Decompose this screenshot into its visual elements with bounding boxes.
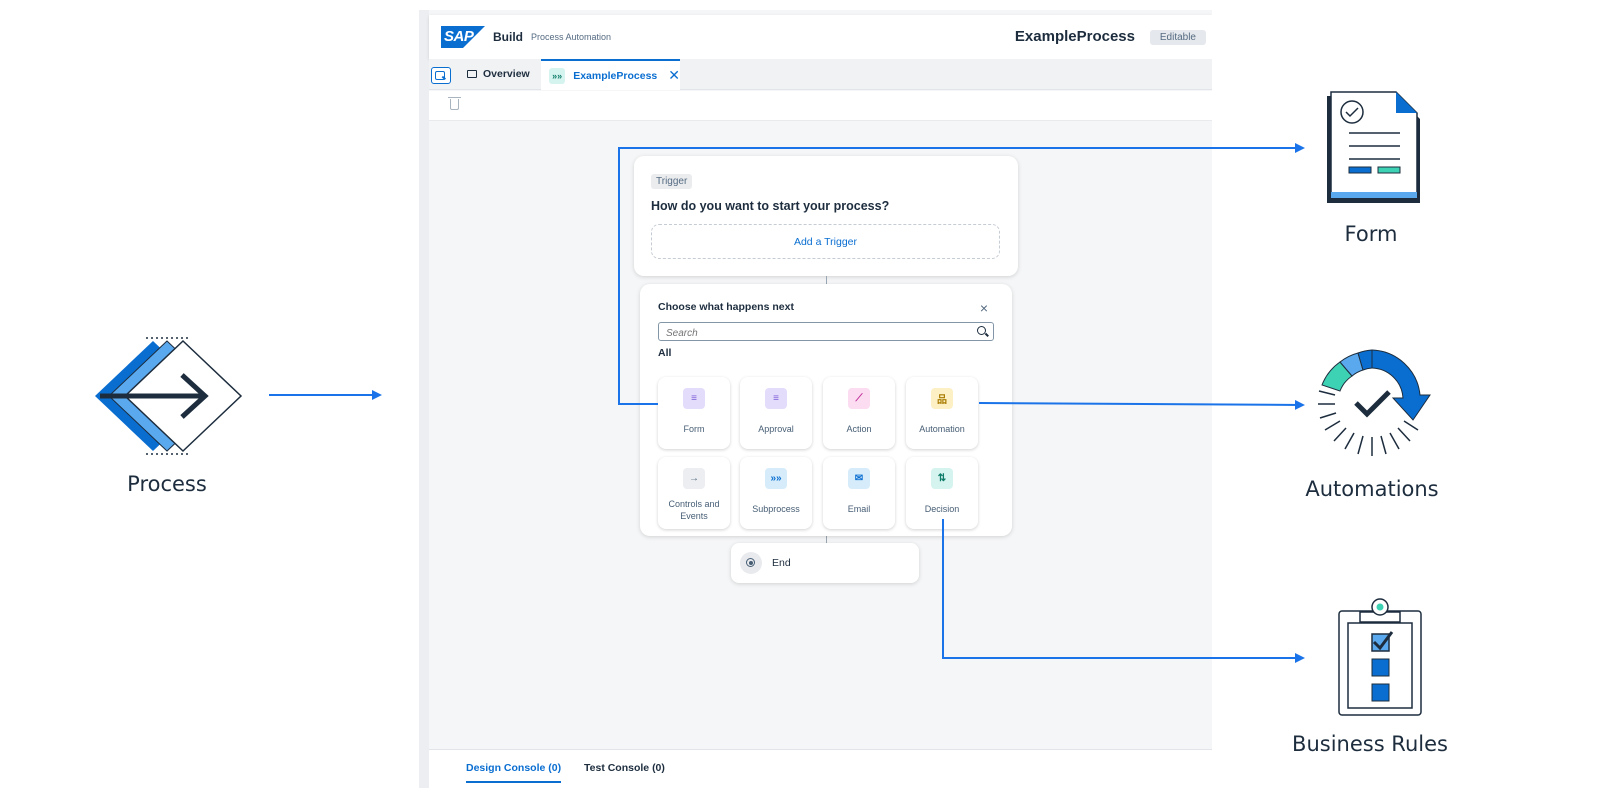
step-tile-label: Approval: [758, 424, 794, 434]
step-tile-label: Action: [846, 424, 872, 434]
diagram-stage: Process SAP Build Process Automation Exa…: [0, 0, 1600, 812]
close-icon[interactable]: ×: [980, 300, 988, 316]
folder-icon: [467, 70, 477, 78]
connector-line: [826, 276, 827, 284]
step-tile-label: Subprocess: [752, 504, 800, 514]
add-trigger-button[interactable]: Add a Trigger: [651, 224, 1000, 259]
console-panel: Design Console (0) Test Console (0): [429, 749, 1212, 788]
process-icon: [95, 337, 243, 455]
step-tile-controls-and-events[interactable]: → Controls and Events: [658, 457, 730, 529]
navigation-icon[interactable]: [431, 67, 451, 84]
end-event-icon: [740, 552, 762, 574]
tab-test-console[interactable]: Test Console (0): [584, 762, 665, 774]
sap-logo: SAP: [441, 26, 485, 48]
popover-title: Choose what happens next: [658, 301, 794, 313]
tab-design-console[interactable]: Design Console (0): [466, 762, 562, 783]
form-label: Form: [1344, 222, 1398, 246]
process-label: Process: [127, 472, 207, 496]
step-tile-label: Decision: [924, 504, 960, 514]
business-rules-label: Business Rules: [1292, 732, 1448, 756]
tab-overview-label: Overview: [483, 68, 530, 80]
end-node[interactable]: End: [731, 543, 919, 583]
search-input[interactable]: [666, 325, 966, 342]
delete-icon[interactable]: [448, 97, 461, 110]
form-icon: ≡: [683, 388, 705, 409]
brand-product: Process Automation: [531, 32, 612, 42]
step-tile-form[interactable]: ≡ Form: [658, 377, 730, 449]
step-tile-automation[interactable]: 品 Automation: [906, 377, 978, 449]
clipboard-checklist-icon: [1338, 598, 1422, 716]
action-icon: ⟋: [848, 388, 870, 409]
step-tile-label: Controls and Events: [668, 499, 720, 521]
decision-icon: ⇅: [931, 468, 953, 489]
step-tile-approval[interactable]: ≡ Approval: [740, 377, 812, 449]
search-icon[interactable]: [977, 326, 986, 335]
step-tile-decision[interactable]: ⇅ Decision: [906, 457, 978, 529]
trigger-badge: Trigger: [651, 174, 693, 189]
search-field[interactable]: [658, 322, 994, 342]
form-document-icon: [1327, 91, 1420, 203]
email-icon: ✉: [848, 468, 870, 489]
next-step-popover: Choose what happens next × All ≡ Form ≡ App…: [640, 284, 1012, 536]
step-tile-action[interactable]: ⟋ Action: [823, 377, 895, 449]
tab-example-process-label: ExampleProcess: [573, 69, 658, 82]
subprocess-icon: »»: [765, 468, 787, 489]
step-tile-subprocess[interactable]: »» Subprocess: [740, 457, 812, 529]
brand-name: Build: [493, 30, 523, 44]
automation-icon: 品: [931, 388, 953, 409]
step-tile-email[interactable]: ✉ Email: [823, 457, 895, 529]
trigger-card: Trigger How do you want to start your pr…: [634, 156, 1018, 276]
trigger-question: How do you want to start your process?: [651, 199, 890, 213]
automation-gauge-icon: [1318, 349, 1431, 456]
close-tab-icon[interactable]: ✕: [668, 67, 680, 84]
automations-label: Automations: [1305, 477, 1439, 501]
process-tab-icon: »»: [549, 67, 566, 84]
approval-icon: ≡: [765, 388, 787, 409]
controls-events-icon: →: [683, 468, 705, 489]
app-screenshot: SAP Build Process Automation ExampleProc…: [419, 10, 1212, 788]
tab-example-process[interactable]: »» ExampleProcess ✕: [541, 59, 680, 90]
editor-toolbar: [429, 91, 1212, 121]
connector-line: [826, 536, 827, 543]
section-label-all: All: [658, 347, 672, 359]
tab-overview[interactable]: Overview: [467, 68, 530, 80]
status-badge: Editable: [1149, 30, 1206, 45]
process-title: ExampleProcess: [1014, 28, 1135, 45]
app-window: SAP Build Process Automation ExampleProc…: [429, 10, 1212, 788]
tab-bar: Overview »» ExampleProcess ✕: [429, 59, 1212, 90]
step-tile-label: Form: [683, 424, 705, 434]
step-tile-label: Email: [847, 504, 871, 514]
end-label: End: [772, 557, 791, 569]
step-tile-label: Automation: [919, 424, 965, 434]
shell-bar: SAP Build Process Automation ExampleProc…: [429, 15, 1212, 59]
